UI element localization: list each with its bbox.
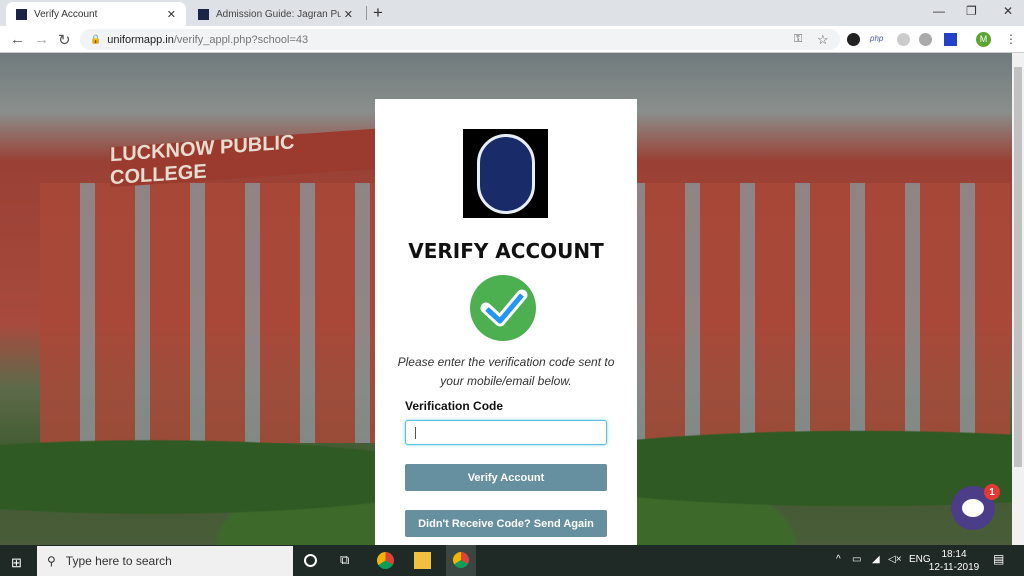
url-input[interactable]: 🔒 uniformapp.in/verify_appl.php?school=4… <box>80 29 840 50</box>
url-path: /verify_appl.php?school=43 <box>173 33 309 46</box>
tab-separator <box>366 6 367 20</box>
clock-date: 12-11-2019 <box>928 562 980 573</box>
verify-card: VERIFY ACCOUNT Please enter the verifica… <box>375 99 637 545</box>
reload-icon[interactable]: ↻ <box>58 31 71 49</box>
verify-account-button[interactable]: Verify Account <box>405 464 607 491</box>
close-tab-icon[interactable]: ✕ <box>344 8 353 21</box>
college-sign: LUCKNOW PUBLIC COLLEGE <box>110 128 375 189</box>
forward-icon[interactable]: → <box>34 31 49 48</box>
tab-verify-account[interactable]: Verify Account ✕ <box>6 2 186 26</box>
instructions-text: Please enter the verification code sent … <box>397 355 615 388</box>
extension-grey-icon[interactable] <box>897 33 910 46</box>
resend-code-button[interactable]: Didn't Receive Code? Send Again <box>405 510 607 537</box>
chrome-taskbar-icon[interactable] <box>377 552 394 569</box>
tab-admission-guide[interactable]: Admission Guide: Jagran Public S ✕ <box>188 2 363 26</box>
close-window-icon[interactable]: ✕ <box>1003 4 1013 18</box>
profile-avatar[interactable]: M <box>976 32 991 47</box>
search-placeholder: Type here to search <box>65 554 172 568</box>
new-tab-button[interactable]: + <box>373 3 383 23</box>
tab-label: Admission Guide: Jagran Public S <box>216 8 341 20</box>
bookmark-star-icon[interactable]: ☆ <box>817 32 829 48</box>
volume-muted-icon[interactable]: ◁× <box>888 554 902 565</box>
verification-code-label: Verification Code <box>405 399 504 413</box>
check-icon <box>470 275 536 341</box>
taskbar: ⊞ ⚲ Type here to search ⧉ ^ ▭ ◢ ◁× ENG 18… <box>0 545 1024 576</box>
extension-rip-icon[interactable] <box>919 33 932 46</box>
wifi-icon[interactable]: ◢ <box>872 554 880 565</box>
clock-time: 18:14 <box>941 549 967 560</box>
minimize-icon[interactable]: — <box>933 4 945 18</box>
clock[interactable]: 18:14 12-11-2019 <box>924 548 984 574</box>
search-icon: ⚲ <box>47 554 56 568</box>
chrome-active-icon[interactable] <box>446 545 476 576</box>
address-bar-row: ← → ↻ 🔒 uniformapp.in/verify_appl.php?sc… <box>0 26 1024 53</box>
favicon-icon <box>198 8 209 20</box>
file-explorer-icon[interactable] <box>414 552 431 569</box>
extension-flag-icon[interactable] <box>944 33 957 46</box>
windows-start-icon[interactable]: ⊞ <box>11 555 22 571</box>
chat-notification-badge: 1 <box>984 484 1000 500</box>
cortana-icon[interactable] <box>304 554 317 567</box>
lock-icon: 🔒 <box>90 34 102 44</box>
verification-code-input[interactable] <box>405 420 607 445</box>
url-host: uniformapp.in <box>107 33 174 46</box>
tab-label: Verify Account <box>34 8 98 20</box>
tab-bar: Verify Account ✕ Admission Guide: Jagran… <box>0 0 1024 26</box>
battery-icon[interactable]: ▭ <box>852 554 861 565</box>
show-hidden-icons[interactable]: ^ <box>836 554 841 565</box>
task-view-icon[interactable]: ⧉ <box>340 552 357 569</box>
back-icon[interactable]: ← <box>10 31 25 48</box>
chat-bubble-icon <box>962 499 984 517</box>
taskbar-search-input[interactable]: ⚲ Type here to search <box>37 546 293 576</box>
extension-k-icon[interactable] <box>847 33 860 46</box>
extension-php-icon[interactable]: php <box>870 34 888 47</box>
action-center-icon[interactable]: ▤ <box>993 552 1004 566</box>
scrollbar-thumb[interactable] <box>1014 67 1022 467</box>
restore-icon[interactable]: ❐ <box>966 4 977 18</box>
favicon-icon <box>16 8 27 20</box>
scrollbar[interactable] <box>1012 53 1024 545</box>
key-icon[interactable]: ⚿ <box>794 33 802 46</box>
school-logo <box>463 129 548 218</box>
close-tab-icon[interactable]: ✕ <box>167 8 176 21</box>
page-title: VERIFY ACCOUNT <box>408 239 604 263</box>
menu-kebab-icon[interactable]: ⋮ <box>1005 32 1017 46</box>
